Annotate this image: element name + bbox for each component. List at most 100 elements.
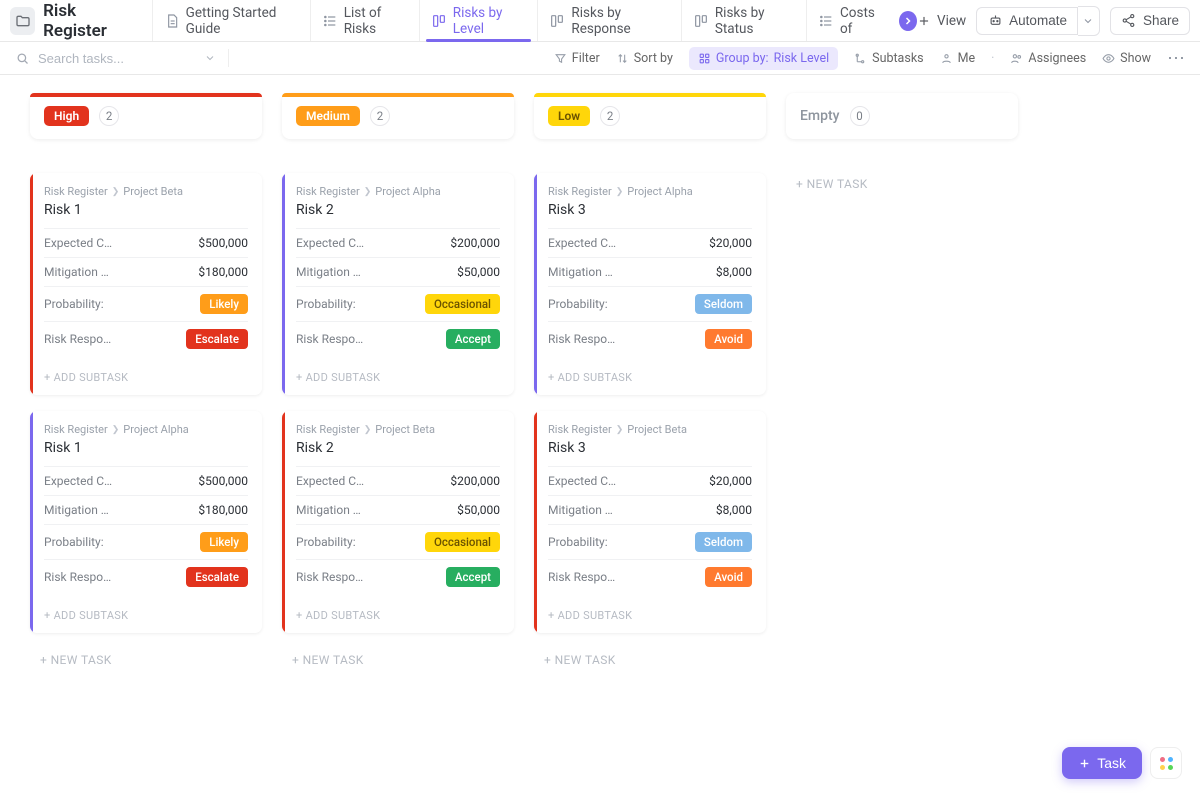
add-subtask-button[interactable]: + ADD SUBTASK xyxy=(282,600,514,633)
view-tab[interactable]: Risks by Level xyxy=(419,0,538,41)
field-label: Mitigation … xyxy=(548,265,613,279)
card-project-accent xyxy=(282,173,285,395)
group-by-button[interactable]: Group by: Risk Level xyxy=(689,47,838,70)
automate-label: Automate xyxy=(1009,13,1067,28)
breadcrumb[interactable]: Risk Register ❯ Project Alpha xyxy=(548,185,752,198)
view-tab[interactable]: List of Risks xyxy=(310,0,419,41)
breadcrumb-project: Project Alpha xyxy=(123,423,188,436)
group-by-prefix: Group by: xyxy=(716,51,769,66)
field-label: Expected C… xyxy=(296,236,364,250)
task-card[interactable]: Risk Register ❯ Project Beta Risk 2 Expe… xyxy=(282,411,514,633)
subtasks-label: Subtasks xyxy=(872,51,923,66)
view-tab-label: List of Risks xyxy=(344,5,408,37)
probability-tag[interactable]: Occasional xyxy=(425,294,500,314)
chevron-right-icon: ❯ xyxy=(616,187,624,197)
breadcrumb-root: Risk Register xyxy=(296,185,360,198)
view-tab[interactable]: Risks by Response xyxy=(537,0,680,41)
risk-response-tag[interactable]: Avoid xyxy=(705,329,752,349)
add-subtask-button[interactable]: + ADD SUBTASK xyxy=(30,362,262,395)
search-input[interactable] xyxy=(38,51,178,66)
breadcrumb[interactable]: Risk Register ❯ Project Beta xyxy=(296,423,500,436)
field-label: Risk Respo… xyxy=(296,332,363,346)
filter-button[interactable]: Filter xyxy=(554,51,600,66)
risk-response-tag[interactable]: Escalate xyxy=(186,329,248,349)
search-options-dropdown[interactable] xyxy=(204,52,216,64)
breadcrumb[interactable]: Risk Register ❯ Project Beta xyxy=(44,185,248,198)
risk-response-tag[interactable]: Accept xyxy=(446,567,500,587)
list-view-icon xyxy=(322,12,338,30)
risk-response-tag[interactable]: Escalate xyxy=(186,567,248,587)
automate-button[interactable]: Automate xyxy=(976,7,1078,35)
more-options-button[interactable]: ⋯ xyxy=(1167,48,1186,69)
risk-response-tag[interactable]: Accept xyxy=(446,329,500,349)
top-nav: Risk Register Getting Started Guide List… xyxy=(0,0,1200,42)
mitigation-value: $50,000 xyxy=(457,503,500,517)
column-header[interactable]: Medium 2 xyxy=(282,93,514,139)
add-subtask-button[interactable]: + ADD SUBTASK xyxy=(534,600,766,633)
show-button[interactable]: Show xyxy=(1102,51,1151,66)
card-project-accent xyxy=(534,173,537,395)
field-label: Mitigation … xyxy=(296,265,361,279)
field-label: Expected C… xyxy=(296,474,364,488)
new-task-fab[interactable]: Task xyxy=(1062,747,1142,779)
chevron-right-icon: ❯ xyxy=(616,425,624,435)
new-task-button[interactable]: + NEW TASK xyxy=(30,649,262,671)
task-card[interactable]: Risk Register ❯ Project Alpha Risk 3 Exp… xyxy=(534,173,766,395)
sort-button[interactable]: Sort by xyxy=(616,51,673,66)
task-card[interactable]: Risk Register ❯ Project Alpha Risk 1 Exp… xyxy=(30,411,262,633)
me-filter-button[interactable]: Me xyxy=(940,51,976,66)
breadcrumb[interactable]: Risk Register ❯ Project Alpha xyxy=(296,185,500,198)
expected-cost-value: $20,000 xyxy=(709,474,752,488)
view-tab[interactable]: Risks by Status xyxy=(681,0,806,41)
add-subtask-button[interactable]: + ADD SUBTASK xyxy=(30,600,262,633)
doc-view-icon xyxy=(164,12,180,30)
field-label: Probability: xyxy=(296,297,356,311)
probability-tag[interactable]: Seldom xyxy=(695,294,752,314)
probability-tag[interactable]: Seldom xyxy=(695,532,752,552)
view-tab[interactable]: Getting Started Guide xyxy=(152,0,310,41)
mitigation-value: $8,000 xyxy=(716,503,752,517)
column-header[interactable]: High 2 xyxy=(30,93,262,139)
page-title-chip: Risk Register xyxy=(10,1,146,41)
new-task-button[interactable]: + NEW TASK xyxy=(786,173,1018,195)
task-card[interactable]: Risk Register ❯ Project Alpha Risk 2 Exp… xyxy=(282,173,514,395)
search-icon[interactable] xyxy=(14,50,30,66)
divider xyxy=(228,49,229,67)
assignees-button[interactable]: Assignees xyxy=(1010,51,1086,66)
breadcrumb-root: Risk Register xyxy=(44,185,108,198)
board-view-icon xyxy=(549,12,565,30)
subtasks-button[interactable]: Subtasks xyxy=(854,51,923,66)
tabs-overflow-button[interactable] xyxy=(899,11,917,31)
share-icon xyxy=(1121,13,1137,29)
field-label: Probability: xyxy=(44,297,104,311)
column-accent xyxy=(282,93,514,97)
breadcrumb[interactable]: Risk Register ❯ Project Beta xyxy=(548,423,752,436)
risk-response-tag[interactable]: Avoid xyxy=(705,567,752,587)
probability-tag[interactable]: Likely xyxy=(200,294,248,314)
field-label: Mitigation … xyxy=(44,265,109,279)
task-card[interactable]: Risk Register ❯ Project Beta Risk 3 Expe… xyxy=(534,411,766,633)
add-subtask-button[interactable]: + ADD SUBTASK xyxy=(534,362,766,395)
task-title: Risk 2 xyxy=(296,202,500,218)
column-header[interactable]: Low 2 xyxy=(534,93,766,139)
column-header[interactable]: Empty 0 xyxy=(786,93,1018,139)
robot-icon xyxy=(987,13,1003,29)
task-title: Risk 1 xyxy=(44,440,248,456)
breadcrumb[interactable]: Risk Register ❯ Project Alpha xyxy=(44,423,248,436)
column-count: 2 xyxy=(370,106,390,126)
view-tab[interactable]: Costs of xyxy=(806,0,895,41)
probability-tag[interactable]: Occasional xyxy=(425,532,500,552)
share-button[interactable]: Share xyxy=(1110,7,1190,35)
task-card[interactable]: Risk Register ❯ Project Beta Risk 1 Expe… xyxy=(30,173,262,395)
add-subtask-button[interactable]: + ADD SUBTASK xyxy=(282,362,514,395)
field-label: Risk Respo… xyxy=(548,570,615,584)
field-label: Risk Respo… xyxy=(296,570,363,584)
new-task-button[interactable]: + NEW TASK xyxy=(534,649,766,671)
add-view-button[interactable]: View xyxy=(917,13,966,29)
probability-tag[interactable]: Likely xyxy=(200,532,248,552)
new-task-button[interactable]: + NEW TASK xyxy=(282,649,514,671)
card-project-accent xyxy=(534,411,537,633)
automate-dropdown[interactable] xyxy=(1078,6,1100,36)
apps-fab[interactable] xyxy=(1150,747,1182,779)
breadcrumb-root: Risk Register xyxy=(548,185,612,198)
